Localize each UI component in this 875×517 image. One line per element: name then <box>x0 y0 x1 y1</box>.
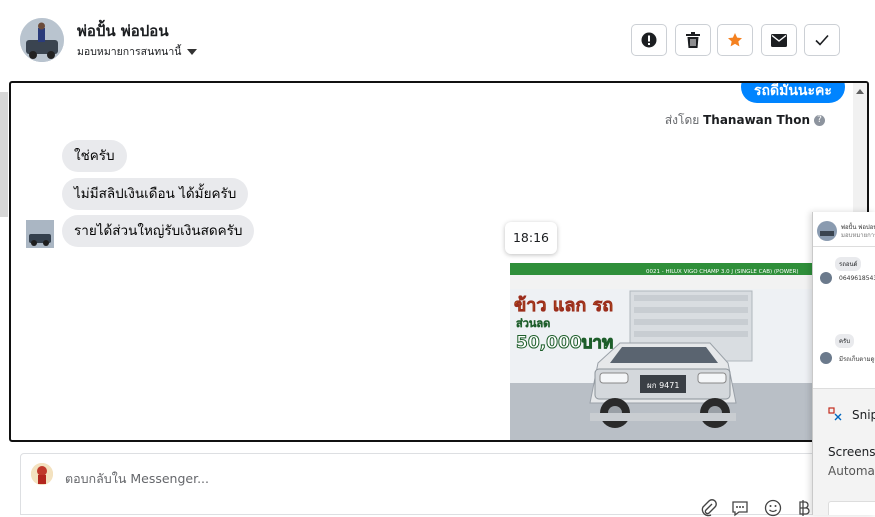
ad-plate: ผก 9471 <box>647 381 679 390</box>
ad-banner-top: ข้าว แลก รถ <box>514 295 613 316</box>
ad-banner-mid: ส่วนลด <box>516 317 550 330</box>
caret-down-icon <box>187 49 198 55</box>
delete-button[interactable] <box>675 24 711 56</box>
help-icon[interactable]: ? <box>814 115 825 126</box>
overlay-message: รถอนด์ <box>835 257 862 271</box>
sender-avatar[interactable] <box>26 220 54 248</box>
scroll-up-arrow-icon[interactable] <box>856 89 864 94</box>
overlay-message: มีรถเก็บตามดูแล <box>839 356 875 363</box>
trash-icon <box>686 32 700 48</box>
outgoing-message: รถดีมันนะคะ <box>741 83 845 103</box>
snip-action-button[interactable] <box>828 501 875 515</box>
overlay-message: 0649618543 <box>839 275 875 282</box>
overlay-contact-avatar <box>817 221 837 241</box>
saved-reply-icon[interactable] <box>731 499 749 517</box>
ad-model-text: 0021 - HILUX VIGO CHAMP 3.0 J (SINGLE CA… <box>646 269 799 275</box>
emoji-icon[interactable] <box>764 499 782 517</box>
contact-name: พ่อปั้น พ่อปอน <box>77 22 169 40</box>
screenshot-label: Screens <box>828 445 875 459</box>
overlay-subtitle: มอบหมายการสนทนา <box>841 232 875 239</box>
snip-label: Snip <box>852 408 875 422</box>
sent-by-line: ส่งโดย Thanawan Thon? <box>665 111 825 130</box>
report-button[interactable] <box>631 24 667 56</box>
incoming-message: ไม่มีสลิปเงินเดือน ได้มั้ยครับ <box>62 178 249 210</box>
overlay-avatar <box>820 352 832 364</box>
alert-icon <box>641 32 657 48</box>
check-icon <box>815 34 829 46</box>
snip-notification[interactable]: Snip Screens Automa <box>813 388 875 515</box>
star-button[interactable] <box>717 24 753 56</box>
envelope-icon <box>771 33 787 47</box>
assign-conversation-dropdown[interactable]: มอบหมายการสนทนานี้ <box>77 43 198 60</box>
car-advert-image[interactable]: ข้าว แลก รถ ส่วนลด 50,000บาท 0021 - HILU… <box>510 263 815 440</box>
snip-tool-icon <box>828 407 842 421</box>
overlay-divider <box>813 246 875 247</box>
incoming-message: รายได้ส่วนใหญ่รับเงินสดครับ <box>62 215 255 247</box>
contact-avatar[interactable] <box>20 18 64 62</box>
sender-name: Thanawan Thon <box>703 113 810 127</box>
overlay-avatar <box>820 272 832 284</box>
page-avatar <box>31 463 53 485</box>
reply-input-placeholder[interactable]: ตอบกลับใน Messenger... <box>65 469 209 489</box>
incoming-message: ใช่ครับ <box>62 140 127 172</box>
star-icon <box>728 33 742 47</box>
overlay-message: ครับ <box>835 334 855 348</box>
assign-label: มอบหมายการสนทนานี้ <box>77 46 182 58</box>
left-scrollbar[interactable] <box>0 92 8 217</box>
mark-done-button[interactable] <box>804 24 840 56</box>
message-thread: รถดีมันนะคะ ส่งโดย Thanawan Thon? ใช่ครั… <box>9 81 869 442</box>
sent-by-prefix: ส่งโดย <box>664 113 700 127</box>
payment-baht-icon[interactable] <box>795 499 813 517</box>
automatically-label: Automa <box>828 464 875 478</box>
attachment-icon[interactable] <box>700 499 718 517</box>
timestamp-tooltip: 18:16 <box>505 222 557 254</box>
ad-banner-price: 50,000บาท <box>516 333 613 353</box>
reply-composer[interactable]: ตอบกลับใน Messenger... <box>20 453 820 517</box>
mark-unread-button[interactable] <box>761 24 797 56</box>
snip-tool-popup[interactable]: พ่อปั้น พ่อปอน มอบหมายการสนทนา รถอนด์ 06… <box>812 212 875 515</box>
